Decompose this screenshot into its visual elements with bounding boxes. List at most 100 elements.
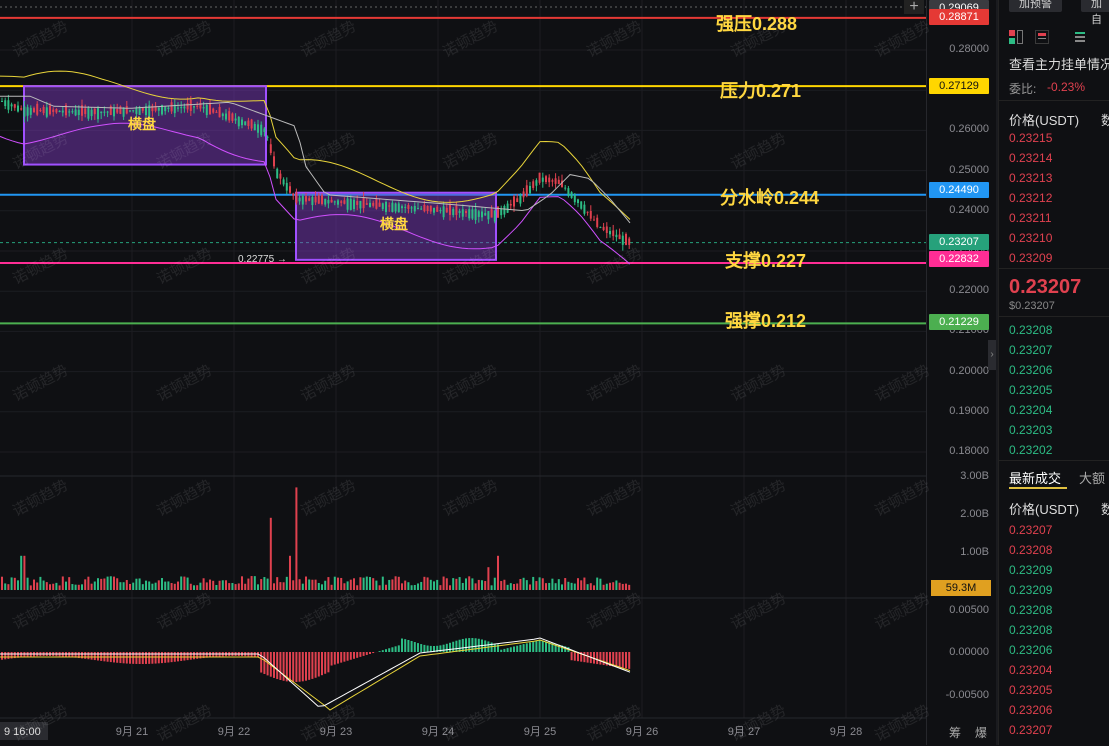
ask-row[interactable]: 0.23212 (1009, 191, 1052, 205)
volume-bar (129, 584, 131, 590)
volume-bar (196, 585, 198, 590)
macd-bar (11, 652, 13, 658)
bid-row[interactable]: 0.23202 (1009, 443, 1052, 457)
volume-bar (532, 577, 534, 590)
volume-bar (606, 584, 608, 590)
macd-bar (545, 642, 547, 653)
bid-row[interactable]: 0.23203 (1009, 423, 1052, 437)
volume-bar (571, 583, 573, 590)
volume-bar (283, 582, 285, 590)
macd-bar (68, 652, 70, 657)
macd-bar (87, 652, 89, 659)
book-asks-view-icon[interactable] (1035, 30, 1049, 44)
price-axis[interactable]: 0.280000.270000.260000.250000.240000.230… (926, 0, 997, 745)
candle-body (375, 199, 377, 209)
book-bids-view-icon[interactable] (1073, 30, 1087, 44)
candle-body (459, 211, 461, 213)
macd-bar (23, 652, 25, 657)
macd-bar (7, 652, 9, 659)
macd-bar (279, 652, 281, 680)
candle-body (190, 100, 192, 111)
candle-body (142, 108, 144, 111)
volume-bar (81, 584, 83, 590)
candle-body (356, 201, 358, 205)
book-both-view-icon[interactable] (1009, 30, 1023, 44)
volume-bar (84, 579, 86, 590)
qty-header: 数 (1101, 110, 1109, 129)
tab-latest-trades[interactable]: 最新成交 (1009, 468, 1061, 487)
candle-body (407, 205, 409, 209)
bid-row[interactable]: 0.23207 (1009, 343, 1052, 357)
candle-body (11, 104, 13, 106)
volume-bar (321, 584, 323, 590)
volume-bar (372, 578, 374, 590)
candle-body (331, 200, 333, 203)
volume-bar (446, 578, 448, 590)
ask-row[interactable]: 0.23213 (1009, 171, 1052, 185)
candle-body (430, 206, 432, 212)
volume-bar (596, 578, 598, 590)
chart-canvas[interactable]: 9月 219月 229月 239月 249月 259月 269月 279月 28… (0, 0, 926, 745)
chart-area[interactable]: 9月 219月 229月 239月 249月 259月 269月 279月 28… (0, 0, 926, 745)
ask-row[interactable]: 0.23215 (1009, 131, 1052, 145)
bid-row[interactable]: 0.23205 (1009, 383, 1052, 397)
volume-bar (315, 580, 317, 590)
volume-bar (174, 584, 176, 590)
trade-row: 0.23204 (1009, 663, 1052, 677)
macd-bar (603, 652, 605, 665)
volume-bar (443, 577, 445, 590)
tab-large-trades[interactable]: 大额 (1079, 468, 1105, 487)
macd-bar (190, 652, 192, 660)
main-orders-link[interactable]: 查看主力挂单情况 (1009, 54, 1109, 73)
collapse-chevron-icon[interactable]: › (988, 340, 996, 370)
x-axis-label: 9月 28 (830, 726, 862, 738)
candle-body (177, 108, 179, 109)
candle-body (507, 204, 509, 213)
candle-body (484, 213, 486, 215)
trade-row: 0.23209 (1009, 563, 1052, 577)
ask-row[interactable]: 0.23209 (1009, 251, 1052, 265)
volume-bar (507, 585, 509, 590)
volume-bar (465, 578, 467, 590)
candle-body (286, 183, 288, 191)
volume-bar (190, 584, 192, 590)
volume-bar (407, 582, 409, 590)
volume-bar (177, 582, 179, 590)
candle-body (94, 109, 96, 114)
price-tag: 0.27129 (929, 78, 989, 94)
candle-body (334, 201, 336, 202)
macd-bar (587, 652, 589, 663)
volume-bar (193, 585, 195, 590)
candle-body (395, 203, 397, 211)
volume-bar (452, 578, 454, 590)
macd-bar (337, 652, 339, 664)
candle-body (1, 101, 3, 102)
volume-bar (318, 583, 320, 590)
bid-row[interactable]: 0.23204 (1009, 403, 1052, 417)
macd-bar (449, 643, 451, 652)
bid-row[interactable]: 0.23208 (1009, 323, 1052, 337)
burst-label[interactable]: 爆 (975, 724, 987, 741)
volume-bar (478, 580, 480, 590)
add-watch-button[interactable]: 加自 (1081, 0, 1109, 12)
macd-bar (535, 641, 537, 652)
candle-body (571, 192, 573, 198)
add-alert-button[interactable]: 加预警 (1009, 0, 1062, 12)
macd-bar (388, 648, 390, 652)
candle-body (439, 210, 441, 211)
macd-bar (273, 652, 275, 678)
volume-bar (244, 584, 246, 590)
bid-row[interactable]: 0.23206 (1009, 363, 1052, 377)
ask-row[interactable]: 0.23214 (1009, 151, 1052, 165)
price-axis-label: 0.18000 (949, 445, 989, 457)
add-crosshair-button[interactable]: + (904, 0, 924, 14)
chip-label[interactable]: 筹 (949, 724, 961, 741)
candle-body (551, 180, 553, 181)
ask-row[interactable]: 0.23210 (1009, 231, 1052, 245)
volume-bar (561, 584, 563, 590)
macd-bar (455, 641, 457, 652)
ask-row[interactable]: 0.23211 (1009, 211, 1052, 225)
volume-bar (340, 578, 342, 590)
volume-bar (1, 577, 3, 590)
candle-body (500, 209, 502, 215)
